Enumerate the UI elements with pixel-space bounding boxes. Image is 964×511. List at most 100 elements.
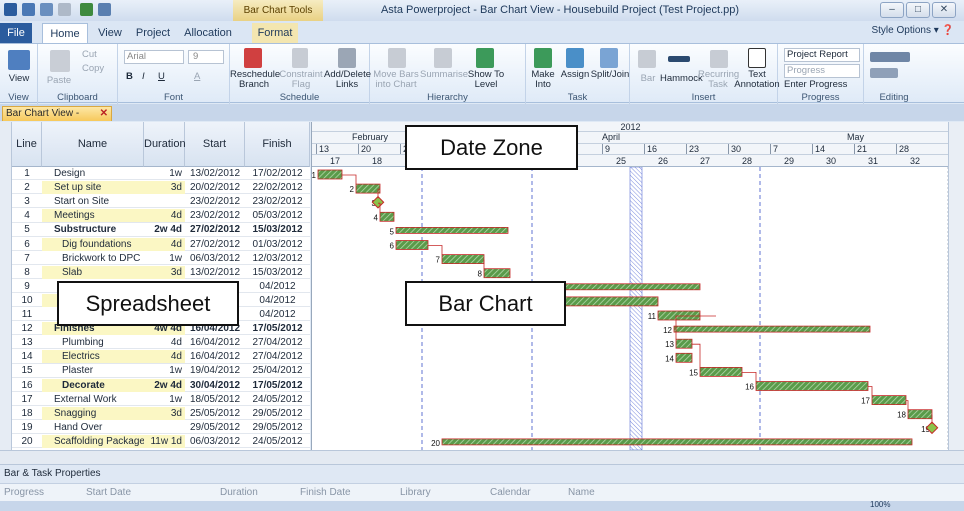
column-header-start[interactable]: Start (185, 122, 245, 167)
cell-line[interactable]: 10 (12, 294, 42, 307)
cell-line[interactable]: 11 (12, 308, 42, 321)
close-icon[interactable]: ✕ (932, 2, 956, 18)
cell-dur[interactable]: 3d (144, 265, 185, 279)
cell-line[interactable]: 9 (12, 280, 42, 293)
cell-fin[interactable]: 25/04/2012 (245, 364, 310, 377)
cell-start[interactable]: 13/02/2012 (185, 266, 245, 279)
cell-dur[interactable]: 3d (144, 181, 185, 195)
recurring-task-button[interactable]: Recurring Task (698, 70, 739, 90)
table-row[interactable]: 3 Start on Site 23/02/2012 23/02/2012 (12, 195, 310, 209)
maximize-icon[interactable]: □ (906, 2, 930, 18)
tab-allocation[interactable]: Allocation (180, 23, 236, 43)
cell-start[interactable]: 29/05/2012 (185, 421, 245, 434)
table-row[interactable]: 15 Plaster 1w 19/04/2012 25/04/2012 (12, 364, 310, 378)
finish-date-field[interactable]: Finish Date (300, 487, 351, 498)
table-row[interactable]: 14 Electrics 4d 16/04/2012 27/04/2012 (12, 350, 310, 364)
filter-icon[interactable] (870, 68, 898, 78)
paste-button[interactable]: Paste (44, 76, 74, 86)
cell-fin[interactable]: 17/02/2012 (245, 167, 310, 180)
close-icon[interactable]: ✕ (100, 107, 108, 121)
tab-file[interactable]: File (0, 23, 32, 43)
cell-fin[interactable]: 05/03/2012 (245, 209, 310, 222)
cell-fin[interactable]: 04/2012 (245, 308, 310, 321)
cell-start[interactable]: 18/05/2012 (185, 393, 245, 406)
underline-button[interactable]: U (158, 72, 165, 82)
show-to-level-button[interactable]: Show To Level (466, 70, 506, 90)
table-row[interactable]: 7 Brickwork to DPC 1w 06/03/2012 12/03/2012 (12, 252, 310, 265)
cell-dur[interactable]: 1w (144, 167, 185, 180)
undo-icon[interactable] (40, 3, 53, 16)
cut-button[interactable]: Cut (82, 50, 97, 60)
cell-start[interactable]: 16/04/2012 (185, 350, 245, 363)
reschedule-button[interactable]: Reschedule Branch (230, 70, 280, 90)
cell-name[interactable]: Scaffolding Package (42, 434, 144, 448)
cell-fin[interactable]: 17/05/2012 (245, 322, 310, 335)
cell-start[interactable]: 25/05/2012 (185, 407, 245, 420)
table-row[interactable]: 16 Decorate 2w 4d 30/04/2012 17/05/2012 (12, 378, 310, 392)
cell-line[interactable]: 20 (12, 435, 42, 448)
cell-line[interactable]: 4 (12, 209, 42, 222)
column-header-finish[interactable]: Finish (245, 122, 310, 167)
app-icon[interactable] (4, 3, 17, 16)
cell-fin[interactable]: 24/05/2012 (245, 435, 310, 448)
save-icon[interactable] (22, 3, 35, 16)
cell-fin[interactable]: 04/2012 (245, 280, 310, 293)
font-color-button[interactable]: A (194, 72, 200, 82)
cell-line[interactable]: 17 (12, 393, 42, 406)
cell-dur[interactable]: 4d (144, 350, 185, 364)
cell-dur[interactable]: 11w 1d (144, 434, 185, 448)
cell-name[interactable]: External Work (42, 393, 144, 406)
enter-progress-button[interactable]: Enter Progress (784, 80, 860, 90)
cell-name[interactable]: Dig foundations (42, 237, 144, 251)
cell-fin[interactable]: 12/03/2012 (245, 252, 310, 265)
style-options-button[interactable]: Style Options ▾ ❓ (871, 25, 954, 36)
tab-format[interactable]: Format (252, 23, 298, 43)
name-field[interactable]: Name (568, 487, 595, 498)
column-header-name[interactable]: Name (42, 122, 144, 167)
redo-icon[interactable] (58, 3, 71, 16)
view-button[interactable]: View (0, 74, 38, 84)
bar-task-properties-tab[interactable]: Bar & Task Properties (4, 468, 101, 479)
cell-line[interactable]: 6 (12, 238, 42, 251)
table-row[interactable]: 2 Set up site 3d 20/02/2012 22/02/2012 (12, 181, 310, 195)
cell-line[interactable]: 14 (12, 350, 42, 363)
column-header-line[interactable]: Line (12, 122, 42, 167)
minimize-icon[interactable]: – (880, 2, 904, 18)
cell-name[interactable]: Decorate (42, 378, 144, 392)
cell-name[interactable]: Electrics (42, 350, 144, 364)
cell-fin[interactable]: 15/03/2012 (245, 266, 310, 279)
cell-fin[interactable]: 23/02/2012 (245, 195, 310, 208)
move-bars-button[interactable]: Move Bars into Chart (370, 70, 422, 90)
cell-dur[interactable]: 1w (144, 364, 185, 377)
font-name-select[interactable]: Arial (124, 50, 184, 64)
table-row[interactable]: 8 Slab 3d 13/02/2012 15/03/2012 (12, 265, 310, 279)
cell-name[interactable]: Hand Over (42, 421, 144, 434)
progress-field[interactable]: Progress (4, 487, 44, 498)
cell-line[interactable]: 15 (12, 364, 42, 377)
cell-start[interactable]: 30/04/2012 (185, 379, 245, 392)
cell-fin[interactable]: 27/04/2012 (245, 336, 310, 349)
layout-icon[interactable] (98, 3, 111, 16)
cell-name[interactable]: Plaster (42, 364, 144, 377)
table-row[interactable]: 4 Meetings 4d 23/02/2012 05/03/2012 (12, 209, 310, 223)
cell-dur[interactable]: 2w 4d (144, 378, 185, 392)
cell-name[interactable]: Plumbing (42, 336, 144, 349)
cell-name[interactable]: Design (42, 167, 144, 180)
cell-start[interactable]: 19/04/2012 (185, 364, 245, 377)
cell-start[interactable]: 16/04/2012 (185, 336, 245, 349)
table-row[interactable]: 18 Snagging 3d 25/05/2012 29/05/2012 (12, 406, 310, 420)
cell-name[interactable]: Brickwork to DPC (42, 252, 144, 265)
cell-dur[interactable]: 4d (144, 209, 185, 223)
cell-dur[interactable]: 1w (144, 252, 185, 265)
table-row[interactable]: 17 External Work 1w 18/05/2012 24/05/2012 (12, 393, 310, 406)
cell-fin[interactable]: 24/05/2012 (245, 393, 310, 406)
cell-line[interactable]: 2 (12, 181, 42, 194)
cell-dur[interactable]: 4d (144, 336, 185, 349)
horizontal-scrollbar[interactable] (0, 450, 964, 464)
cell-name[interactable]: Substructure (42, 223, 144, 236)
cell-start[interactable]: 06/03/2012 (185, 435, 245, 448)
cell-line[interactable]: 13 (12, 336, 42, 349)
cell-line[interactable]: 16 (12, 379, 42, 392)
cell-line[interactable]: 1 (12, 167, 42, 180)
font-size-select[interactable]: 9 (188, 50, 224, 64)
